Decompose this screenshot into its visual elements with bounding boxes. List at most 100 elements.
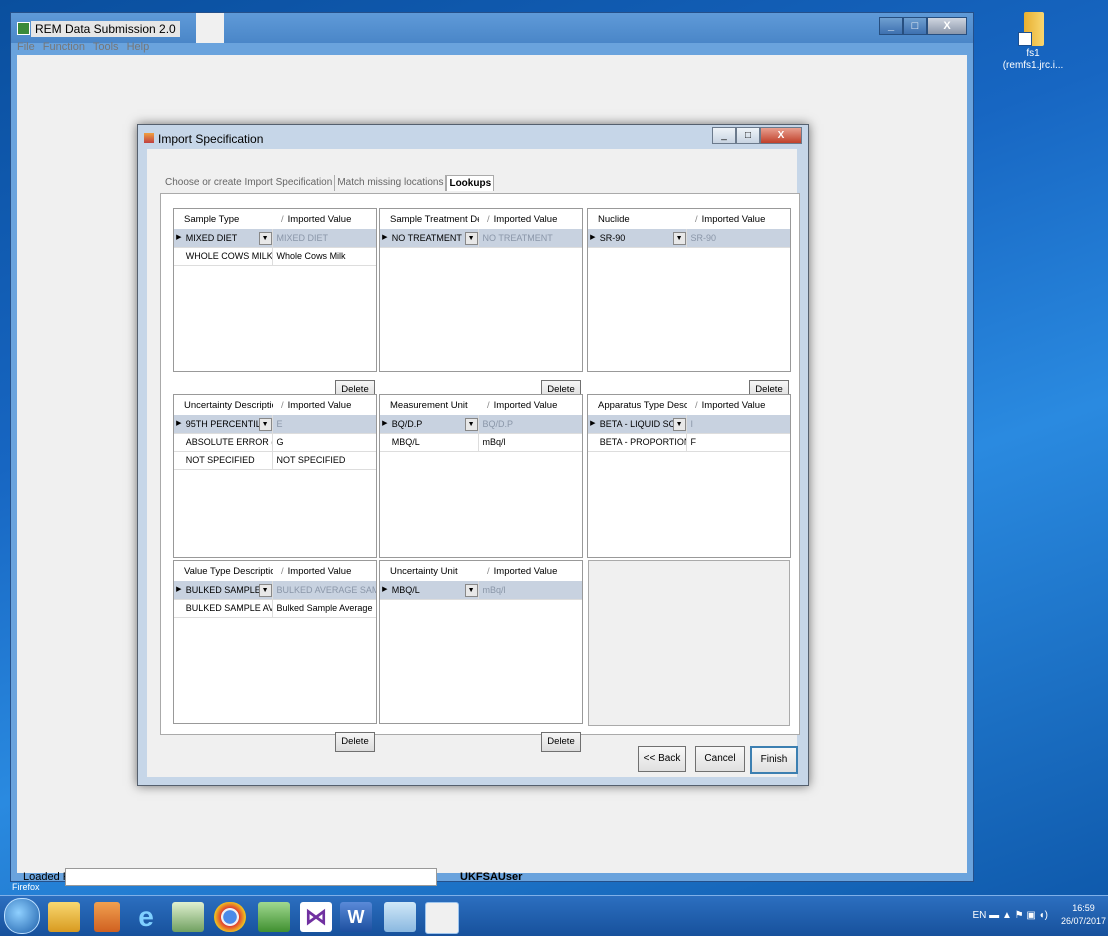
cancel-button[interactable]: Cancel: [695, 746, 745, 772]
lookup-grid: Uncertainty Unit / Imported Value ▶ MBQ/L ▼ mB…: [379, 560, 583, 724]
lookup-value-cell[interactable]: BETA - PROPORTIONAL ...: [598, 433, 686, 451]
menu-help[interactable]: Help: [127, 41, 150, 53]
table-row[interactable]: BULKED SAMPLE AVERAGEBulked Sample Avera…: [174, 599, 376, 618]
keyboard-icon[interactable]: ▬: [989, 910, 999, 921]
dropdown-arrow-icon[interactable]: ▼: [672, 232, 686, 245]
lookup-value-cell[interactable]: BULKED SAMPLE AVE...▼: [184, 581, 272, 599]
dropdown-arrow-icon[interactable]: ▼: [464, 418, 478, 431]
grid-column-header[interactable]: Nuclide: [588, 214, 687, 225]
network-icon[interactable]: ▣: [1026, 910, 1035, 921]
word-icon[interactable]: W: [340, 902, 372, 932]
clock[interactable]: 16:59 26/07/2017: [1061, 902, 1106, 928]
grid-column-header-imported[interactable]: / Imported Value: [273, 400, 376, 411]
lookup-value-cell[interactable]: MBQ/L: [390, 433, 478, 451]
tab-choose-import-spec[interactable]: Choose or create Import Specification: [163, 175, 336, 191]
lookup-grid: Nuclide / Imported Value ▶ SR-90 ▼ SR-90: [587, 208, 791, 372]
grid-column-header-imported[interactable]: / Imported Value: [687, 400, 790, 411]
table-row[interactable]: ▶ NO TREATMENT ▼ NO TREATMENT: [380, 229, 582, 248]
close-button[interactable]: X: [927, 17, 967, 35]
imported-value-cell: NO TREATMENT: [477, 229, 582, 247]
table-row[interactable]: ▶ MIXED DIET ▼ MIXED DIET: [174, 229, 376, 248]
dropdown-arrow-icon[interactable]: ▼: [258, 584, 272, 597]
lookup-value-cell[interactable]: NOT SPECIFIED: [184, 451, 272, 469]
tab-match-missing-locations[interactable]: Match missing locations: [335, 175, 447, 191]
show-hidden-icons[interactable]: ▲: [1002, 910, 1012, 921]
grid-column-header-imported[interactable]: / Imported Value: [479, 400, 582, 411]
imported-value-header-label: Imported Value: [493, 213, 558, 225]
grid-column-header[interactable]: Apparatus Type Descri...: [588, 400, 687, 411]
lookup-value-cell[interactable]: BQ/D.P ▼: [390, 415, 478, 433]
dropdown-arrow-icon[interactable]: ▼: [258, 418, 272, 431]
dialog-title-bar[interactable]: Import Specification _ □ X: [138, 125, 808, 151]
outlook-icon[interactable]: [94, 902, 120, 932]
grid-column-header-imported[interactable]: / Imported Value: [479, 566, 582, 577]
dropdown-arrow-icon[interactable]: ▼: [672, 418, 686, 431]
lookup-value-cell[interactable]: SR-90 ▼: [598, 229, 686, 247]
start-button[interactable]: [4, 898, 40, 934]
table-row[interactable]: ▶ BQ/D.P ▼ BQ/D.P: [380, 415, 582, 434]
internet-explorer-icon[interactable]: e: [130, 902, 162, 932]
delete-button[interactable]: Delete: [541, 732, 581, 752]
paint-icon[interactable]: [172, 902, 204, 932]
menu-tools[interactable]: Tools: [93, 41, 119, 53]
tab-lookups[interactable]: Lookups: [446, 175, 495, 191]
grid-column-header[interactable]: Sample Type: [174, 214, 273, 225]
minimize-button[interactable]: _: [879, 17, 903, 35]
sort-indicator-icon: /: [695, 213, 698, 225]
rem-app-icon[interactable]: [425, 902, 459, 934]
lookup-value-cell[interactable]: MIXED DIET ▼: [184, 229, 272, 247]
lookup-value-text: BULKED SAMPLE AVERAGE: [185, 603, 272, 613]
chrome-icon[interactable]: [214, 902, 246, 932]
table-row[interactable]: ▶ 95TH PERCENTILE ▼ E: [174, 415, 376, 434]
loaded-file-field[interactable]: [65, 868, 437, 886]
lookup-value-cell[interactable]: BETA - LIQUID SCINT...▼: [598, 415, 686, 433]
dropdown-arrow-icon[interactable]: ▼: [464, 584, 478, 597]
grid-column-header[interactable]: Value Type Description: [174, 566, 273, 577]
grid-column-header-imported[interactable]: / Imported Value: [273, 566, 376, 577]
delete-button[interactable]: Delete: [335, 732, 375, 752]
grid-column-header[interactable]: Uncertainty Description: [174, 400, 273, 411]
visual-studio-icon[interactable]: ⋈: [300, 902, 332, 932]
grid-column-header[interactable]: Uncertainty Unit: [380, 566, 479, 577]
dropdown-arrow-icon[interactable]: ▼: [258, 232, 272, 245]
lookup-value-text: NO TREATMENT: [391, 233, 462, 243]
grid-column-header[interactable]: Measurement Unit: [380, 400, 479, 411]
notepad-icon[interactable]: [384, 902, 416, 932]
lookup-value-cell[interactable]: ABSOLUTE ERROR (+/- I...: [184, 433, 272, 451]
lookup-value-cell[interactable]: WHOLE COWS MILK: [184, 247, 272, 265]
language-indicator[interactable]: EN: [972, 910, 986, 921]
grid-column-header-imported[interactable]: / Imported Value: [479, 214, 582, 225]
menu-file[interactable]: File: [17, 41, 35, 53]
dialog-maximize-button[interactable]: □: [736, 127, 760, 144]
table-row[interactable]: ▶ SR-90 ▼ SR-90: [588, 229, 790, 248]
main-title-bar[interactable]: REM Data Submission 2.0 _ □ X: [11, 13, 973, 43]
table-row[interactable]: BETA - PROPORTIONAL ...F: [588, 433, 790, 452]
lookup-value-cell[interactable]: 95TH PERCENTILE ▼: [184, 415, 272, 433]
menu-function[interactable]: Function: [43, 41, 85, 53]
table-row[interactable]: ▶BETA - LIQUID SCINT...▼I: [588, 415, 790, 434]
grid-column-header-imported[interactable]: / Imported Value: [687, 214, 790, 225]
explorer-icon[interactable]: [48, 902, 80, 932]
dialog-minimize-button[interactable]: _: [712, 127, 736, 144]
grid-column-header[interactable]: Sample Treatment Des...: [380, 214, 479, 225]
table-row[interactable]: ABSOLUTE ERROR (+/- I...G: [174, 433, 376, 452]
lookup-value-cell[interactable]: MBQ/L ▼: [390, 581, 478, 599]
back-button[interactable]: << Back: [638, 746, 686, 772]
lookup-value-cell[interactable]: NO TREATMENT ▼: [390, 229, 478, 247]
dialog-close-button[interactable]: X: [760, 127, 802, 144]
volume-icon[interactable]: ◖): [1039, 910, 1048, 921]
table-row[interactable]: MBQ/L mBq/l: [380, 433, 582, 452]
project-icon[interactable]: [258, 902, 290, 932]
table-row[interactable]: ▶ MBQ/L ▼ mBq/l: [380, 581, 582, 600]
maximize-button[interactable]: □: [903, 17, 927, 35]
dropdown-arrow-icon[interactable]: ▼: [464, 232, 478, 245]
finish-button[interactable]: Finish: [750, 746, 798, 774]
table-row[interactable]: NOT SPECIFIED NOT SPECIFIED: [174, 451, 376, 470]
lookup-grid: Sample Type / Imported Value ▶ MIXED DIET ▼ MI…: [173, 208, 377, 372]
table-row[interactable]: ▶BULKED SAMPLE AVE...▼BULKED AVERAGE SAM…: [174, 581, 376, 600]
grid-column-header-imported[interactable]: / Imported Value: [273, 214, 376, 225]
desktop-shortcut-fs1[interactable]: fs1 (remfs1.jrc.i...: [1000, 12, 1066, 72]
lookup-value-cell[interactable]: BULKED SAMPLE AVERAGE: [184, 599, 272, 617]
action-center-flag-icon[interactable]: ⚑: [1015, 910, 1024, 921]
table-row[interactable]: WHOLE COWS MILK Whole Cows Milk: [174, 247, 376, 266]
